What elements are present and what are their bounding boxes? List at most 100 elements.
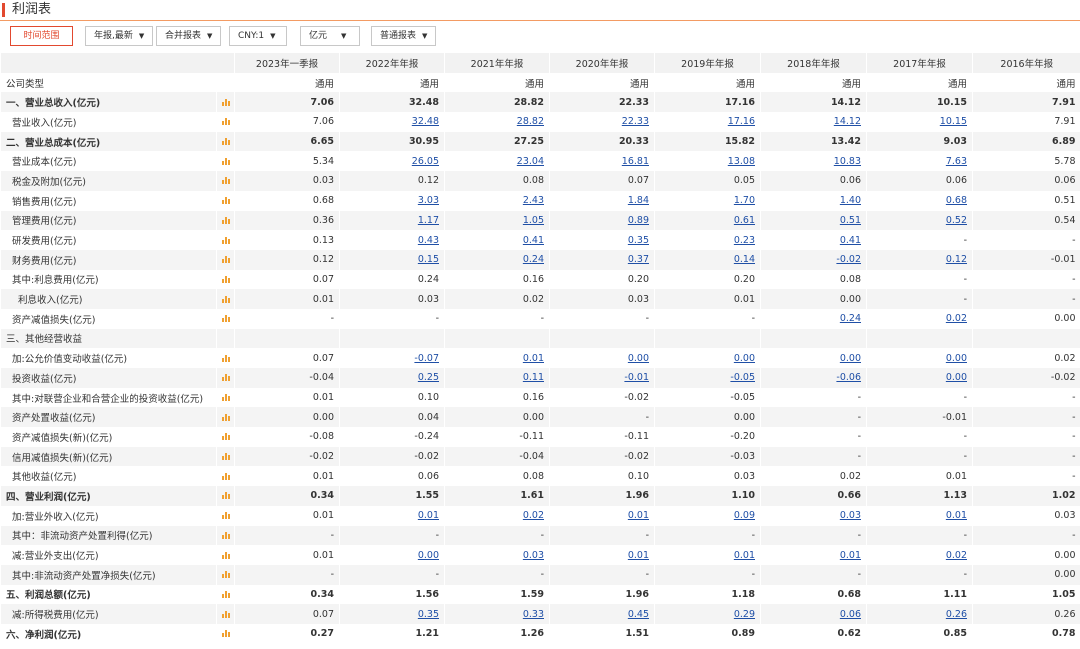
bar-chart-icon[interactable] [221, 393, 230, 402]
value-link[interactable]: 0.26 [866, 604, 973, 624]
value-link[interactable]: 0.02 [866, 545, 973, 565]
report-period-select[interactable]: 年报,最新 ▼ [85, 26, 154, 46]
bar-chart-icon[interactable] [221, 98, 230, 106]
value-link[interactable]: 0.35 [339, 604, 445, 624]
value-link[interactable]: 0.01 [549, 545, 655, 565]
bar-chart-icon[interactable] [221, 629, 230, 638]
value-link[interactable]: 0.03 [444, 545, 550, 565]
bar-chart-icon[interactable] [221, 354, 230, 362]
value-link[interactable]: 1.40 [760, 190, 867, 211]
bar-chart-icon[interactable] [221, 137, 230, 146]
bar-chart-icon[interactable] [221, 157, 230, 165]
value-link[interactable]: 0.33 [444, 604, 550, 624]
value-link[interactable]: 0.24 [760, 308, 867, 329]
value-link[interactable]: 0.15 [339, 249, 445, 270]
value-link[interactable]: 0.35 [549, 230, 655, 250]
value-link[interactable]: 7.63 [866, 151, 973, 172]
value-link[interactable]: 0.89 [549, 210, 655, 231]
value-link[interactable]: 0.00 [866, 368, 973, 388]
value-link[interactable]: 0.01 [654, 545, 761, 565]
value-link[interactable]: 1.05 [444, 210, 550, 231]
value-link[interactable]: 28.82 [444, 112, 550, 132]
time-range-button[interactable]: 时间范围 [10, 26, 73, 46]
value-link[interactable]: 0.41 [760, 230, 867, 250]
bar-chart-icon[interactable] [221, 117, 230, 126]
bar-chart-icon[interactable] [221, 472, 230, 480]
value-link[interactable]: -0.01 [549, 368, 655, 388]
bar-chart-icon[interactable] [221, 491, 230, 500]
value-link[interactable]: 13.08 [654, 151, 761, 172]
bar-chart-icon[interactable] [221, 275, 230, 283]
value-link[interactable]: 0.01 [549, 505, 655, 526]
unit-select[interactable]: 亿元 ▼ [300, 26, 360, 46]
value-link[interactable]: 0.01 [866, 505, 973, 526]
value-link[interactable]: 0.25 [339, 368, 445, 388]
bar-chart-icon[interactable] [221, 610, 230, 618]
value-link[interactable]: 26.05 [339, 151, 445, 172]
value-link[interactable]: 22.33 [549, 112, 655, 132]
value-link[interactable]: 0.23 [654, 230, 761, 250]
bar-chart-icon[interactable] [221, 590, 230, 598]
bar-chart-icon[interactable] [221, 314, 230, 323]
value-link[interactable]: -0.02 [760, 249, 867, 270]
value-link[interactable]: 10.15 [866, 112, 973, 132]
report-type-select[interactable]: 普通报表 ▼ [371, 26, 437, 46]
value-link[interactable]: 0.43 [339, 230, 445, 250]
value-link[interactable]: 0.00 [549, 348, 655, 368]
value-link[interactable]: 0.01 [339, 505, 445, 526]
value-link[interactable]: 10.83 [760, 151, 867, 172]
value-link[interactable]: 0.14 [654, 249, 761, 270]
value-link[interactable]: 0.03 [760, 505, 867, 526]
bar-chart-icon[interactable] [221, 216, 230, 224]
value-link[interactable]: 1.17 [339, 210, 445, 231]
value-link[interactable]: 0.45 [549, 604, 655, 624]
value-link[interactable]: 14.12 [760, 112, 867, 132]
value-link[interactable]: 0.00 [339, 545, 445, 565]
value-link[interactable]: 0.61 [654, 210, 761, 231]
bar-chart-icon[interactable] [221, 551, 230, 559]
value-link[interactable]: 0.09 [654, 505, 761, 526]
value-link[interactable]: 0.00 [866, 348, 973, 368]
value-link[interactable]: 0.52 [866, 210, 973, 231]
value-link[interactable]: 0.02 [866, 308, 973, 329]
currency-select[interactable]: CNY:1 ▼ [229, 26, 287, 46]
value-link[interactable]: -0.07 [339, 348, 445, 368]
value-link[interactable]: 0.11 [444, 368, 550, 388]
value-link[interactable]: 0.01 [760, 545, 867, 565]
bar-chart-icon[interactable] [221, 255, 230, 264]
value-link[interactable]: 0.29 [654, 604, 761, 624]
value-link[interactable]: 0.06 [760, 604, 867, 624]
value-link[interactable]: 1.84 [549, 190, 655, 211]
bar-chart-icon[interactable] [221, 196, 230, 205]
bar-chart-icon[interactable] [221, 570, 230, 579]
value-link[interactable]: -0.06 [760, 368, 867, 388]
value-link[interactable]: 32.48 [339, 112, 445, 132]
value-link[interactable]: 0.02 [444, 505, 550, 526]
statement-type-select[interactable]: 合并报表 ▼ [156, 26, 222, 46]
value-link[interactable]: 0.00 [760, 348, 867, 368]
bar-chart-icon[interactable] [221, 432, 230, 441]
bar-chart-icon[interactable] [221, 236, 230, 244]
value-link[interactable]: 2.43 [444, 190, 550, 211]
value-link[interactable]: 3.03 [339, 190, 445, 211]
value-link[interactable]: 23.04 [444, 151, 550, 172]
bar-chart-icon[interactable] [221, 176, 230, 185]
value-link[interactable]: 1.70 [654, 190, 761, 211]
bar-chart-icon[interactable] [221, 511, 230, 520]
bar-chart-icon[interactable] [221, 373, 230, 382]
value-link[interactable]: 0.01 [444, 348, 550, 368]
bar-chart-icon[interactable] [221, 413, 230, 421]
value-link[interactable]: 0.12 [866, 249, 973, 270]
value-link[interactable]: 0.51 [760, 210, 867, 231]
value-link[interactable]: 17.16 [654, 112, 761, 132]
value-link[interactable]: 0.00 [654, 348, 761, 368]
value-link[interactable]: 16.81 [549, 151, 655, 172]
value-link[interactable]: 0.24 [444, 249, 550, 270]
value-link[interactable]: 0.41 [444, 230, 550, 250]
bar-chart-icon[interactable] [221, 295, 230, 303]
value-link[interactable]: 0.37 [549, 249, 655, 270]
bar-chart-icon[interactable] [221, 531, 230, 539]
bar-chart-icon[interactable] [221, 452, 230, 461]
value-link[interactable]: 0.68 [866, 190, 973, 211]
value-link[interactable]: -0.05 [654, 368, 761, 388]
